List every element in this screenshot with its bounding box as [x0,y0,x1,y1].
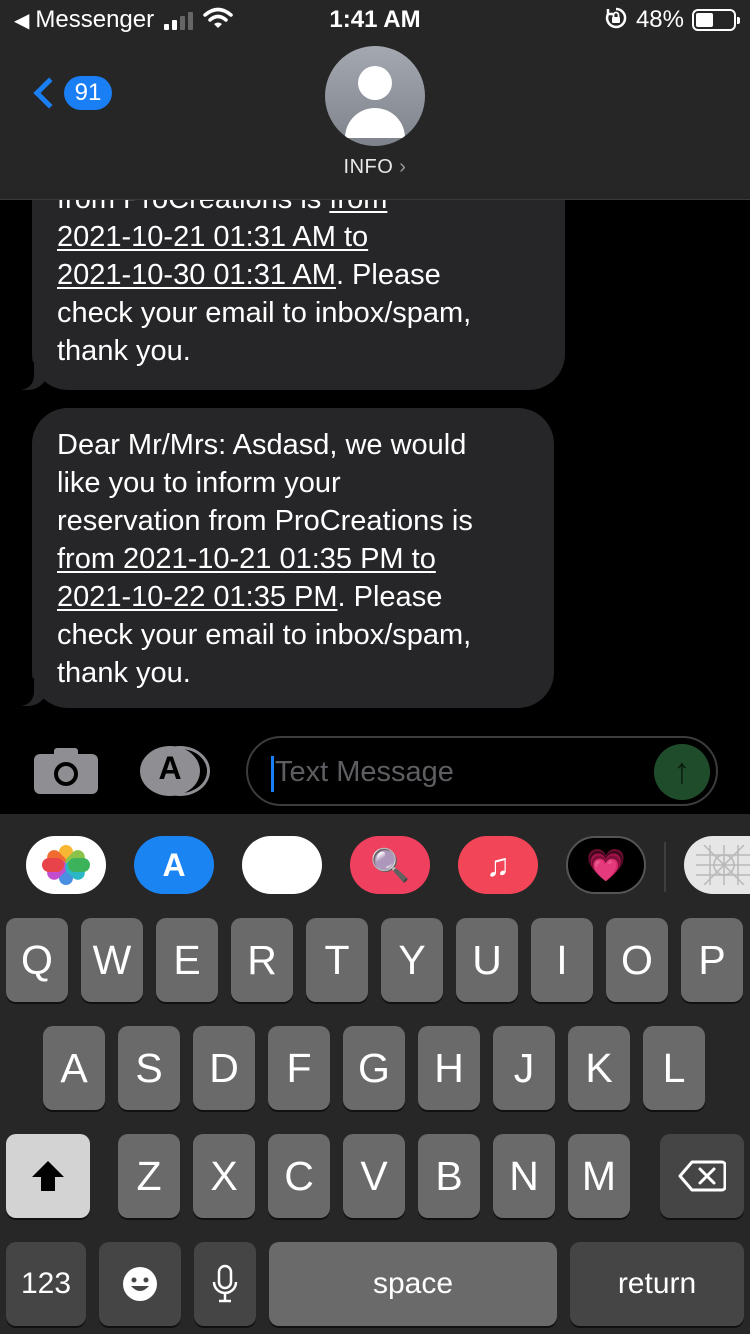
compose-bar: A ↑ [0,720,750,814]
message-link[interactable]: 2021-10-22 01:35 PM [57,581,338,613]
message-line: 2021-10-30 01:31 AM. Please [57,256,537,294]
bubble-tail [16,678,48,706]
chevron-right-icon: › [399,156,407,178]
app-store-app-icon[interactable]: A [134,836,214,894]
key-z[interactable]: Z [118,1134,180,1218]
emoji-key[interactable] [99,1242,181,1326]
message-line: 2021-10-21 01:31 AM to [57,218,537,256]
unread-count-badge: 91 [64,76,112,110]
status-right: 48% [604,6,740,35]
contact-avatar[interactable] [325,46,425,146]
key-s[interactable]: S [118,1026,180,1110]
backspace-icon [678,1160,726,1192]
key-w[interactable]: W [81,918,143,1002]
sticker-grid-icon [696,845,750,885]
message-input[interactable] [275,750,645,794]
message-line: reservation from ProCreations is [57,502,526,540]
key-y[interactable]: Y [381,918,443,1002]
key-h[interactable]: H [418,1026,480,1110]
message-link[interactable]: from 2021-10-21 01:35 PM to [57,543,436,575]
message-line: Dear Mr/Mrs: Asdasd, we would [57,426,526,464]
space-key[interactable]: space [269,1242,557,1326]
message-line: from 2021-10-21 01:35 PM to [57,540,526,578]
delete-key[interactable] [660,1134,744,1218]
return-key[interactable]: return [570,1242,744,1326]
message-line: like you to inform your [57,464,526,502]
message-line: check your email to inbox/spam, [57,294,537,332]
key-m[interactable]: M [568,1134,630,1218]
text-cursor [271,756,274,792]
message-text: check your email to inbox/spam, [57,297,472,329]
key-n[interactable]: N [493,1134,555,1218]
search-images-app-icon[interactable]: 🔍 [350,836,430,894]
message-text: check your email to inbox/spam, [57,619,472,651]
key-q[interactable]: Q [6,918,68,1002]
key-b[interactable]: B [418,1134,480,1218]
battery-icon [692,9,740,31]
message-line: thank you. [57,332,537,370]
back-button[interactable]: 91 [30,76,112,110]
bubble-tail [16,362,48,390]
message-text: thank you. [57,335,191,367]
camera-button[interactable] [34,746,98,794]
shift-icon [32,1161,64,1191]
keyboard: 123 space return QWERTYUIOP ASDFGHJKL ZXCV… [0,914,750,1334]
drawer-divider [664,842,666,892]
message-text: like you to inform your [57,467,341,499]
digital-touch-app-icon[interactable]: 💗 [566,836,646,894]
message-line: 2021-10-22 01:35 PM. Please [57,578,526,616]
key-d[interactable]: D [193,1026,255,1110]
message-list[interactable]: from ProCreations is from2021-10-21 01:3… [0,150,750,720]
key-t[interactable]: T [306,918,368,1002]
message-text: reservation from ProCreations is [57,505,473,537]
key-u[interactable]: U [456,918,518,1002]
message-text: thank you. [57,657,191,689]
key-f[interactable]: F [268,1026,330,1110]
key-l[interactable]: L [643,1026,705,1110]
message-text: . Please [335,259,441,291]
key-e[interactable]: E [156,918,218,1002]
arrow-up-icon: ↑ [673,750,691,791]
message-link[interactable]: 2021-10-30 01:31 AM [57,259,336,291]
photos-app-icon[interactable] [26,836,106,894]
key-i[interactable]: I [531,918,593,1002]
key-r[interactable]: R [231,918,293,1002]
message-bubble[interactable]: Dear Mr/Mrs: Asdasd, we would like you to… [32,408,554,708]
message-link[interactable]: 2021-10-21 01:31 AM to [57,221,368,253]
key-j[interactable]: J [493,1026,555,1110]
dictation-key[interactable] [194,1242,256,1326]
key-o[interactable]: O [606,918,668,1002]
emoji-icon [123,1267,157,1301]
orientation-lock-icon [604,6,628,35]
key-k[interactable]: K [568,1026,630,1110]
message-text: Dear Mr/Mrs: Asdasd, we would [57,429,467,461]
message-input-field[interactable]: ↑ [246,736,718,806]
contact-name-button[interactable]: INFO › [0,156,750,179]
key-a[interactable]: A [43,1026,105,1110]
contact-name: INFO [343,156,394,178]
app-drawer: A 😍 🔍 ♫ 💗 [0,814,750,914]
message-text: . Please [337,581,443,613]
battery-percent: 48% [635,6,684,33]
app-store-button[interactable]: A [140,746,210,796]
stickers-app-icon[interactable] [684,836,750,894]
memoji-app-icon[interactable]: 😍 [242,836,322,894]
send-button[interactable]: ↑ [654,744,710,800]
key-x[interactable]: X [193,1134,255,1218]
chevron-left-icon [33,77,65,109]
microphone-icon [212,1264,238,1303]
music-app-icon[interactable]: ♫ [458,836,538,894]
key-v[interactable]: V [343,1134,405,1218]
status-bar: ◀ Messenger 1:41 AM 48% [0,0,750,40]
message-line: check your email to inbox/spam, [57,616,526,654]
numbers-key[interactable]: 123 [6,1242,86,1326]
key-g[interactable]: G [343,1026,405,1110]
key-c[interactable]: C [268,1134,330,1218]
person-icon [358,66,392,100]
photos-flower-icon [42,845,90,885]
shift-key[interactable] [6,1134,90,1218]
key-p[interactable]: P [681,918,743,1002]
message-line: thank you. [57,654,526,692]
